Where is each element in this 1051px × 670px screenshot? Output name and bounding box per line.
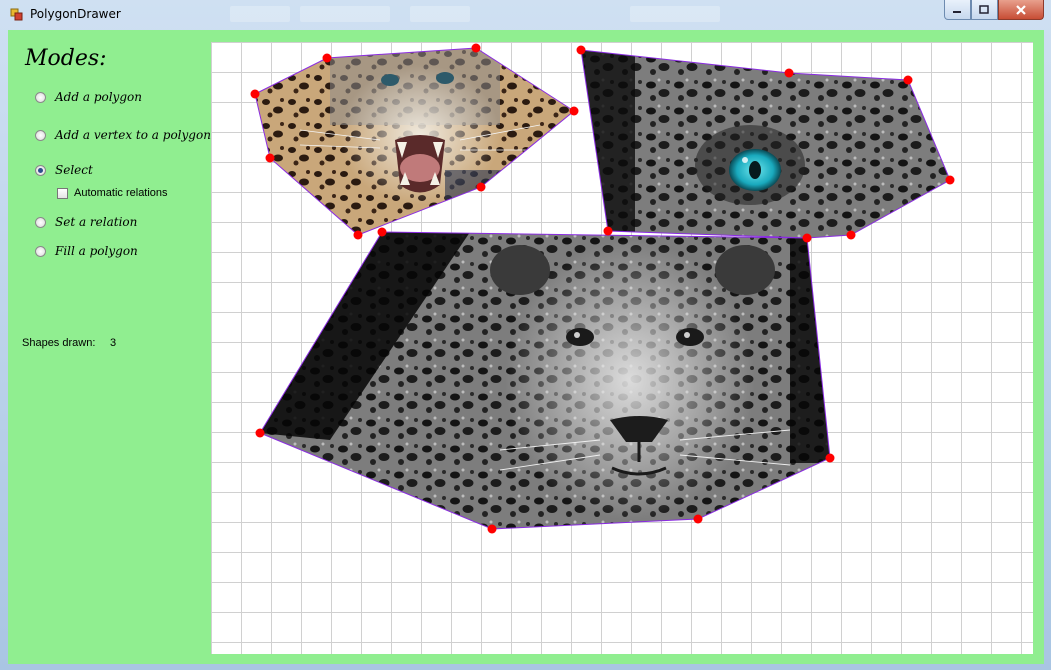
vertex-handle[interactable] <box>250 89 260 99</box>
vertex-handle[interactable] <box>471 43 481 53</box>
mode-select[interactable]: Select <box>35 163 93 177</box>
background-toolbar-ghost <box>300 6 390 22</box>
title-bar[interactable]: PolygonDrawer <box>0 0 1051 30</box>
leopard-eye-polygon[interactable] <box>575 45 955 245</box>
shapes-drawn-count: 3 <box>110 337 117 349</box>
canvas-drawing[interactable] <box>211 42 1033 654</box>
radio-add-vertex[interactable] <box>35 129 46 141</box>
background-toolbar-ghost <box>230 6 290 22</box>
mode-add-polygon[interactable]: Add a polygon <box>35 90 142 104</box>
vertex-handle[interactable] <box>487 524 497 534</box>
vertex-handle[interactable] <box>903 75 913 85</box>
maximize-button[interactable] <box>970 0 998 20</box>
shapes-drawn-label: Shapes drawn: <box>22 337 96 349</box>
automatic-relations-option[interactable]: Automatic relations <box>57 187 168 199</box>
mode-label: Add a vertex to a polygon <box>55 128 211 142</box>
vertex-handle[interactable] <box>603 226 613 236</box>
vertex-handle[interactable] <box>322 53 332 63</box>
vertex-handle[interactable] <box>576 45 586 55</box>
maximize-icon <box>979 5 990 14</box>
vertex-handle[interactable] <box>693 514 703 524</box>
mode-add-vertex[interactable]: Add a vertex to a polygon <box>35 128 211 142</box>
modes-title: Modes: <box>25 46 107 71</box>
vertex-handle[interactable] <box>846 230 856 240</box>
mode-label: Fill a polygon <box>55 244 138 258</box>
drawing-canvas[interactable] <box>211 42 1033 654</box>
radio-add-polygon[interactable] <box>35 91 46 103</box>
automatic-relations-label: Automatic relations <box>74 187 168 199</box>
vertex-handle[interactable] <box>377 227 387 237</box>
vertex-handle[interactable] <box>945 175 955 185</box>
mode-set-relation[interactable]: Set a relation <box>35 215 137 229</box>
vertex-handle[interactable] <box>802 233 812 243</box>
background-toolbar-ghost <box>410 6 470 22</box>
close-icon <box>1016 4 1026 15</box>
mode-label: Select <box>55 163 93 177</box>
app-icon <box>10 8 23 21</box>
mode-label: Set a relation <box>55 215 138 229</box>
jaguar-face-polygon[interactable] <box>255 228 835 533</box>
radio-fill-polygon[interactable] <box>35 245 46 257</box>
vertex-handle[interactable] <box>784 68 794 78</box>
radio-set-relation[interactable] <box>35 216 46 228</box>
roaring-leopard-polygon[interactable] <box>250 45 580 240</box>
app-window: PolygonDrawer Modes: Add a polygon Add a… <box>0 0 1051 670</box>
automatic-relations-checkbox[interactable] <box>57 187 68 199</box>
mode-fill-polygon[interactable]: Fill a polygon <box>35 244 138 258</box>
window-controls <box>944 0 1044 20</box>
window-title: PolygonDrawer <box>30 7 121 21</box>
vertex-handle[interactable] <box>255 428 265 438</box>
radio-select[interactable] <box>35 164 46 176</box>
minimize-icon <box>953 10 962 13</box>
background-toolbar-ghost <box>630 6 720 22</box>
vertex-handle[interactable] <box>569 106 579 116</box>
vertex-handle[interactable] <box>353 230 363 240</box>
vertex-handle[interactable] <box>825 453 835 463</box>
close-button[interactable] <box>997 0 1044 20</box>
minimize-button[interactable] <box>944 0 971 20</box>
mode-label: Add a polygon <box>55 90 142 104</box>
vertex-handle[interactable] <box>476 182 486 192</box>
vertex-handle[interactable] <box>265 153 275 163</box>
